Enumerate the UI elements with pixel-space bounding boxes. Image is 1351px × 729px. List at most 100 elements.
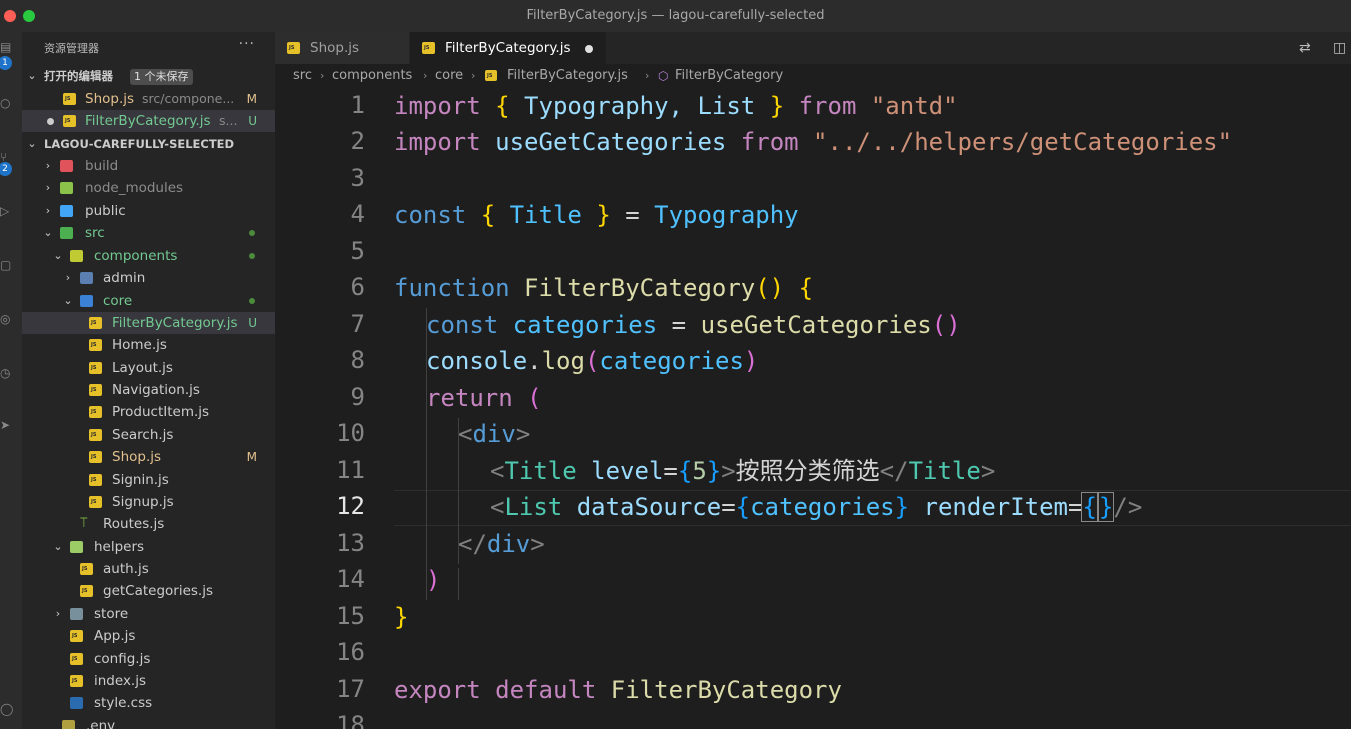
open-editor-path: src/compone... (142, 91, 235, 106)
code-editor[interactable]: 1 2 3 4 5 6 7 8 9 10 11 12 13 14 15 16 1… (275, 88, 1351, 729)
tree-folder-admin[interactable]: › admin (22, 267, 275, 289)
code-token: from (740, 128, 799, 156)
tree-file[interactable]: App.js (22, 625, 275, 647)
code-token: > (980, 457, 996, 485)
code-token: 5 (692, 457, 707, 485)
js-file-icon (89, 384, 102, 396)
js-file-icon (89, 474, 102, 486)
code-token: Title (908, 457, 981, 485)
js-file-icon (89, 406, 102, 418)
folder-icon (60, 205, 73, 217)
live-share-icon[interactable]: ➤ (0, 418, 14, 432)
code-token: FilterByCategory (524, 274, 756, 302)
tree-file[interactable]: Signin.js (22, 469, 275, 491)
tree-file[interactable]: Shop.js M (22, 446, 275, 468)
chevron-down-icon: ⌄ (27, 137, 37, 150)
more-actions-icon[interactable]: ··· (239, 36, 255, 52)
tree-file[interactable]: Signup.js (22, 491, 275, 513)
code-token: categories (512, 311, 658, 339)
tree-folder-components[interactable]: ⌄ components (22, 245, 275, 267)
title-bar: FilterByCategory.js — lagou-carefully-se… (0, 0, 1351, 33)
line-number: 4 (350, 200, 365, 228)
tree-folder-helpers[interactable]: ⌄ helpers (22, 536, 275, 558)
tree-file[interactable]: style.css (22, 692, 275, 714)
breadcrumb-item[interactable]: components (332, 64, 412, 88)
chevron-down-icon: ⌄ (43, 226, 53, 239)
tree-folder-node-modules[interactable]: › node_modules (22, 177, 275, 199)
code-line: function FilterByCategory() { (394, 270, 813, 306)
tree-folder-store[interactable]: › store (22, 603, 275, 625)
line-number: 7 (350, 310, 365, 338)
extensions-icon[interactable]: ▢ (0, 258, 14, 272)
unsaved-dot-icon[interactable] (585, 45, 593, 53)
split-editor-icon[interactable]: ◫ (1333, 40, 1349, 56)
code-token: export (394, 676, 481, 704)
run-debug-icon[interactable]: ▷ (0, 204, 14, 218)
tree-label: components (94, 248, 178, 264)
project-header[interactable]: ⌄ LAGOU-CAREFULLY-SELECTED (22, 133, 275, 155)
tree-file[interactable]: config.js (22, 648, 275, 670)
breadcrumb-item[interactable]: FilterByCategory.js (507, 64, 628, 88)
tree-file-filterbycategory[interactable]: FilterByCategory.js U (22, 312, 275, 334)
js-file-icon (89, 362, 102, 374)
tree-label: Home.js (112, 337, 167, 353)
code-token: level (591, 457, 664, 485)
breadcrumb-item[interactable]: FilterByCategory (675, 64, 783, 88)
code-line: <div> (458, 416, 530, 452)
open-editor-item[interactable]: FilterByCategory.js s... U (22, 110, 275, 132)
chevron-right-icon: › (45, 204, 51, 217)
code-token: dataSource (576, 493, 722, 521)
code-token: const (394, 201, 467, 229)
line-number: 17 (336, 675, 365, 703)
tree-file[interactable]: .env (22, 715, 275, 729)
compare-changes-icon[interactable]: ⇄ (1299, 40, 1317, 56)
tree-label: store (94, 606, 129, 622)
tree-file[interactable]: Navigation.js (22, 379, 275, 401)
timeline-icon[interactable]: ◷ (0, 366, 14, 380)
code-line: import { Typography, List } from "antd" (394, 88, 958, 124)
tree-file[interactable]: Layout.js (22, 357, 275, 379)
tree-file[interactable]: ⟙ Routes.js (22, 513, 275, 535)
tab-filterbycategory-js[interactable]: FilterByCategory.js (410, 32, 606, 64)
code-token: ( (584, 347, 600, 375)
tree-file[interactable]: index.js (22, 670, 275, 692)
chevron-right-icon: › (45, 159, 51, 172)
tree-file[interactable]: auth.js (22, 558, 275, 580)
js-file-icon (422, 42, 435, 54)
line-number: 11 (336, 456, 365, 484)
unsaved-dot-icon[interactable] (47, 118, 54, 125)
code-line: export default FilterByCategory (394, 672, 842, 708)
tree-file[interactable]: ProductItem.js (22, 401, 275, 423)
explorer-icon[interactable]: ▤ (0, 40, 14, 54)
routes-file-icon: ⟙ (80, 516, 88, 531)
breadcrumb-item[interactable]: src (293, 64, 312, 88)
code-token: ( (527, 384, 542, 412)
account-icon[interactable]: ◯ (0, 702, 14, 716)
code-token: List (504, 493, 563, 521)
remote-icon[interactable]: ◎ (0, 312, 14, 326)
search-icon[interactable]: ○ (0, 96, 14, 110)
line-number: 9 (350, 383, 365, 411)
tree-file[interactable]: getCategories.js (22, 580, 275, 602)
tree-label: node_modules (85, 180, 184, 196)
code-token: () (931, 311, 961, 339)
folder-icon (60, 182, 73, 194)
tree-file[interactable]: Search.js (22, 424, 275, 446)
tree-folder-src[interactable]: ⌄ src (22, 222, 275, 244)
tree-folder-public[interactable]: › public (22, 200, 275, 222)
chevron-right-icon: › (55, 607, 61, 620)
tree-folder-core[interactable]: ⌄ core (22, 290, 275, 312)
open-editors-header[interactable]: ⌄ 打开的编辑器 1 个未保存 (22, 65, 275, 87)
tree-folder-build[interactable]: › build (22, 155, 275, 177)
tab-shop-js[interactable]: Shop.js (275, 32, 409, 64)
tree-file[interactable]: Home.js (22, 334, 275, 356)
code-token: { (495, 92, 510, 120)
line-number: 18 (336, 711, 365, 729)
code-token: Typography, List (509, 92, 770, 120)
code-line: import useGetCategories from "../../help… (394, 124, 1232, 160)
code-token: </ (879, 457, 909, 485)
breadcrumb-item[interactable]: core (435, 64, 463, 88)
open-editor-item[interactable]: Shop.js src/compone... M (22, 88, 275, 110)
